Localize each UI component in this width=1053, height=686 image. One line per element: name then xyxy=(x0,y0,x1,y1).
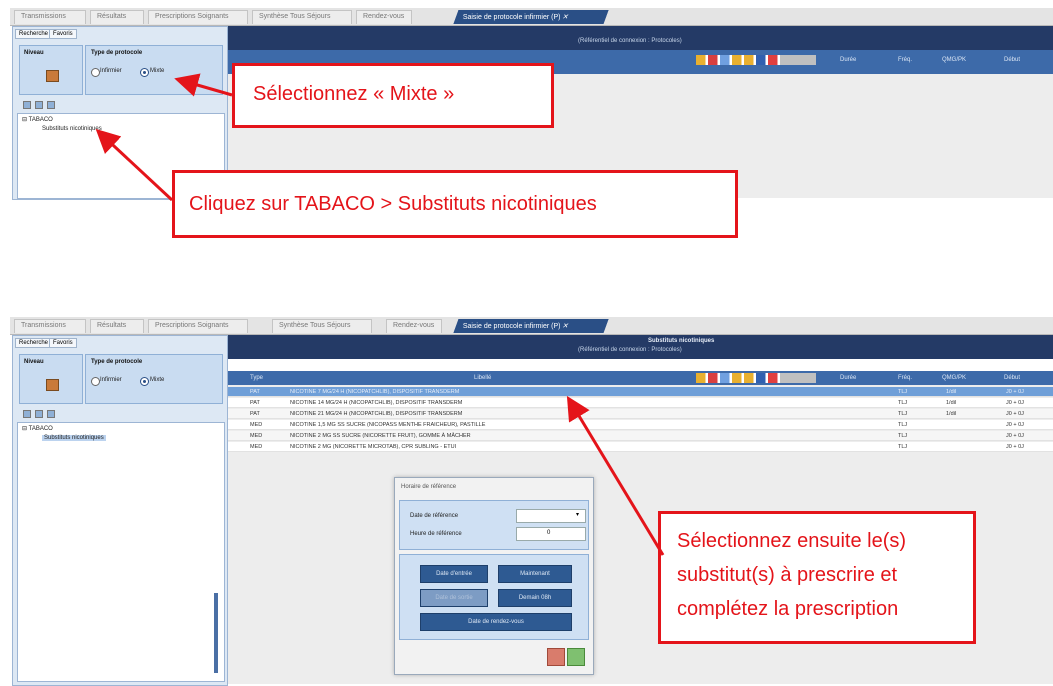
annotation-arrows xyxy=(95,73,665,556)
arrow-to-tabaco xyxy=(95,128,174,202)
arrow-to-rows xyxy=(566,395,665,556)
arrow-to-mixte xyxy=(174,73,233,97)
